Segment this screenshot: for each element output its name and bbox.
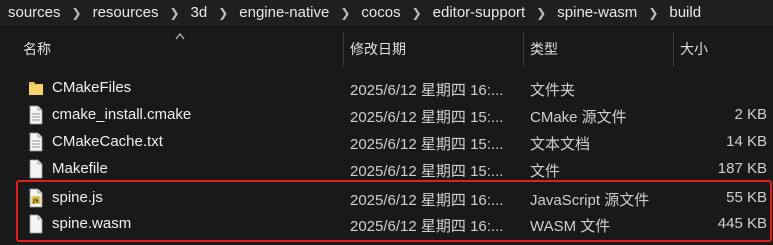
breadcrumb-item-spine-wasm[interactable]: spine-wasm: [553, 4, 641, 21]
js-file-icon: JS: [29, 188, 43, 208]
file-type: 文件: [530, 163, 561, 180]
chevron-right-icon[interactable]: ❯: [405, 6, 429, 20]
file-type: JavaScript 源文件: [530, 192, 650, 209]
file-row[interactable]: CMakeCache.txt 2025/6/12 星期四 15:... 文本文档…: [0, 129, 773, 155]
file-type: 文件夹: [530, 82, 576, 99]
text-file-icon: [29, 132, 43, 152]
file-type: CMake 源文件: [530, 109, 627, 126]
file-name: Makefile: [52, 160, 108, 177]
file-name: CMakeFiles: [52, 79, 132, 96]
breadcrumb-item-resources[interactable]: resources: [89, 4, 163, 21]
file-size: 55 KB: [726, 189, 767, 206]
file-date: 2025/6/12 星期四 15:...: [350, 109, 504, 126]
file-row[interactable]: CMakeFiles 2025/6/12 星期四 16:... 文件夹: [0, 75, 773, 101]
file-type: WASM 文件: [530, 218, 611, 235]
column-header-row: 名称 修改日期 类型 大小: [0, 30, 773, 68]
folder-icon: [29, 82, 43, 95]
file-name: spine.js: [52, 189, 103, 206]
chevron-right-icon[interactable]: ❯: [162, 6, 186, 20]
file-size: 187 KB: [717, 160, 767, 177]
file-size: 14 KB: [726, 133, 767, 150]
column-header-date[interactable]: 修改日期: [350, 30, 406, 68]
column-header-name[interactable]: 名称: [23, 30, 51, 68]
file-size: 445 KB: [717, 215, 767, 232]
file-icon: [29, 214, 43, 234]
file-row[interactable]: JS spine.js 2025/6/12 星期四 16:... JavaScr…: [0, 185, 773, 211]
file-row[interactable]: Makefile 2025/6/12 星期四 15:... 文件 187 KB: [0, 156, 773, 182]
breadcrumb-item-sources[interactable]: sources: [4, 4, 65, 21]
column-header-type[interactable]: 类型: [530, 30, 558, 68]
breadcrumb-item-cocos[interactable]: cocos: [357, 4, 404, 21]
text-file-icon: [29, 105, 43, 125]
breadcrumb-item-build[interactable]: build: [665, 4, 705, 21]
file-date: 2025/6/12 星期四 16:...: [350, 192, 504, 209]
file-date: 2025/6/12 星期四 16:...: [350, 82, 504, 99]
breadcrumb-item-editor-support[interactable]: editor-support: [429, 4, 530, 21]
file-type: 文本文档: [530, 136, 591, 153]
file-size: 2 KB: [734, 106, 767, 123]
file-date: 2025/6/12 星期四 16:...: [350, 218, 504, 235]
chevron-right-icon[interactable]: ❯: [211, 6, 235, 20]
svg-text:JS: JS: [32, 199, 39, 205]
file-name: spine.wasm: [52, 215, 132, 232]
file-name: CMakeCache.txt: [52, 133, 163, 150]
file-icon: [29, 159, 43, 179]
sort-ascending-icon: [175, 33, 185, 40]
chevron-right-icon[interactable]: ❯: [65, 6, 89, 20]
file-row[interactable]: cmake_install.cmake 2025/6/12 星期四 15:...…: [0, 102, 773, 128]
chevron-right-icon[interactable]: ❯: [641, 6, 665, 20]
file-date: 2025/6/12 星期四 15:...: [350, 163, 504, 180]
file-row[interactable]: spine.wasm 2025/6/12 星期四 16:... WASM 文件 …: [0, 211, 773, 237]
column-divider[interactable]: [523, 32, 524, 66]
file-name: cmake_install.cmake: [52, 106, 192, 123]
chevron-right-icon[interactable]: ❯: [529, 6, 553, 20]
breadcrumb-item-3d[interactable]: 3d: [187, 4, 212, 21]
breadcrumb: sources ❯ resources ❯ 3d ❯ engine-native…: [0, 0, 773, 25]
column-divider[interactable]: [343, 32, 344, 66]
chevron-right-icon[interactable]: ❯: [333, 6, 357, 20]
file-date: 2025/6/12 星期四 15:...: [350, 136, 504, 153]
breadcrumb-item-engine-native[interactable]: engine-native: [235, 4, 333, 21]
column-divider[interactable]: [673, 32, 674, 66]
column-header-size[interactable]: 大小: [680, 30, 708, 68]
